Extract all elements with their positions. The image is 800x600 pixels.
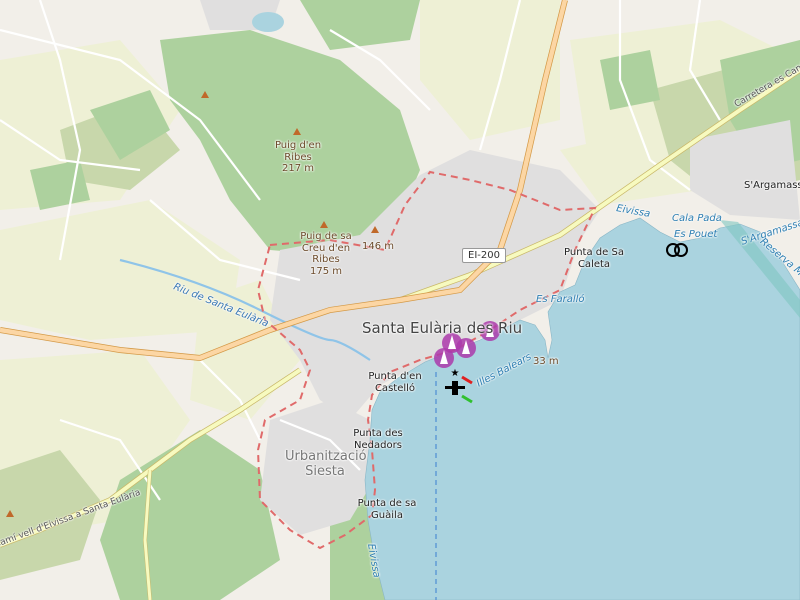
town-label: Santa Eulària des Riu: [362, 319, 522, 337]
cape-guaila-label: Punta de sa Guàila: [356, 498, 418, 521]
peak-creu-elevation: 175 m: [309, 265, 342, 277]
peak-ribes-label: Puig d'en Ribes 217 m: [270, 140, 326, 175]
peak-146-label: 146 m: [362, 241, 395, 252]
cape-castello-label: Punta d'en Castelló: [364, 371, 426, 394]
svg-text:★: ★: [451, 368, 460, 379]
cape-sa-caleta-text: Punta de Sa Caleta: [564, 247, 624, 270]
suburb-label-text: Urbanització Siesta: [285, 449, 367, 479]
cape-nedadors-text: Punta des Nedadors: [353, 428, 403, 451]
es-pouet-label: Es Pouet: [674, 229, 718, 240]
peak-creu-name: Puig de sa Creu d'en Ribes: [300, 231, 352, 265]
map-view[interactable]: ★ Santa Eulària des Riu Urbanització Sie…: [0, 0, 800, 600]
road-shield-ei200[interactable]: EI-200: [462, 248, 506, 263]
town-label-text: Santa Eulària des Riu: [362, 319, 523, 337]
cape-castello-text: Punta d'en Castelló: [368, 371, 422, 394]
peak-ribes-elevation: 217 m: [281, 163, 314, 174]
marina-icon[interactable]: [434, 348, 454, 368]
cala-pada-label: Cala Pada: [672, 213, 722, 224]
suburb-label: Urbanització Siesta: [285, 449, 367, 480]
peak-creu-label: Puig de sa Creu d'en Ribes 175 m: [300, 231, 352, 277]
peak-33-label: 33 m: [533, 356, 559, 367]
sargamassa-label: S'Argamassa: [744, 180, 800, 191]
cape-guaila-text: Punta de sa Guàila: [357, 498, 417, 521]
es-farallo-label: Es Faralló: [536, 294, 585, 305]
cape-nedadors-label: Punta des Nedadors: [340, 428, 416, 451]
cape-sa-caleta-label: Punta de Sa Caleta: [562, 247, 626, 270]
marina-icon[interactable]: [456, 338, 476, 358]
peak-ribes-name: Puig d'en Ribes: [274, 140, 322, 163]
lake: [252, 12, 284, 32]
